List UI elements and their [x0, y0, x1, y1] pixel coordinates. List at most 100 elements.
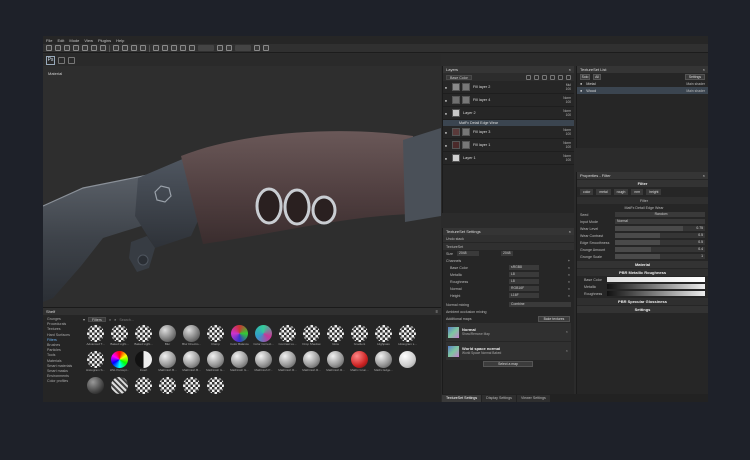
channel-format-dropdown[interactable]: L16F: [509, 293, 539, 298]
shelf-item[interactable]: [133, 377, 154, 400]
shelf-item[interactable]: [205, 377, 226, 400]
shelf-item[interactable]: Drop Shadow: [301, 325, 322, 348]
shelf-item[interactable]: Highpass: [373, 325, 394, 348]
visibility-eye-icon[interactable]: ●: [443, 111, 449, 116]
add-mask-icon[interactable]: [534, 74, 539, 80]
slider-value[interactable]: 0.5: [698, 233, 703, 238]
symmetry-icon[interactable]: [113, 45, 119, 51]
layer-row[interactable]: ● Fill layer 1 Norm 100: [443, 139, 574, 152]
layout-single-icon[interactable]: [58, 56, 65, 64]
shelf-item[interactable]: MatFinish G...: [229, 351, 250, 374]
all-button[interactable]: All: [593, 73, 601, 80]
polyfill-tool-icon[interactable]: [73, 45, 79, 51]
shelf-item[interactable]: MatFinish P...: [253, 351, 274, 374]
shelf-item[interactable]: Baked Light...: [109, 325, 130, 348]
shelf-item[interactable]: MatFinish R...: [277, 351, 298, 374]
metallic-value-bar[interactable]: [607, 284, 705, 289]
shelf-item[interactable]: Advanced T...: [85, 325, 106, 348]
picker-tool-icon[interactable]: [100, 45, 106, 51]
visibility-eye-icon[interactable]: ●: [443, 143, 449, 148]
additional-map-card[interactable]: World space normal World Space Normal Bak…: [446, 342, 571, 360]
seed-button[interactable]: Random: [615, 212, 705, 217]
delete-layer-icon[interactable]: [566, 74, 571, 80]
layer-opacity[interactable]: 100: [563, 158, 571, 162]
menu-item-mode[interactable]: Mode: [69, 38, 79, 43]
panel-close-icon[interactable]: ×: [569, 66, 571, 73]
shelf-item[interactable]: Glow: [325, 325, 346, 348]
channel-chip-rough[interactable]: rough: [613, 189, 629, 195]
menu-item-file[interactable]: File: [46, 38, 52, 43]
shelf-category-color-profiles[interactable]: Color profiles: [45, 379, 81, 384]
mode-dropdown[interactable]: [235, 45, 251, 51]
shader-dropdown[interactable]: Main shader: [686, 82, 705, 86]
brush-settings-icon[interactable]: [131, 45, 137, 51]
visibility-eye-icon[interactable]: ●: [443, 156, 449, 161]
material-section-header[interactable]: Material: [577, 261, 708, 268]
channel-chip-nrm[interactable]: nrm: [631, 189, 644, 195]
menu-item-edit[interactable]: Edit: [57, 38, 64, 43]
layer-row[interactable]: ● Layer 2 Norm 100: [443, 107, 574, 120]
remove-channel-icon[interactable]: ×: [568, 273, 570, 277]
shelf-filter-tab[interactable]: Filters: [88, 317, 106, 322]
channel-chip-metal[interactable]: metal: [596, 189, 611, 195]
slider-value[interactable]: 1: [701, 254, 703, 259]
layer-name[interactable]: Layer 2: [463, 111, 476, 115]
additional-map-card[interactable]: Normal Show/Remove Map ×: [446, 323, 571, 341]
filter-icon[interactable]: ▾: [83, 317, 85, 322]
channel-format-dropdown[interactable]: RGB16F: [509, 286, 539, 291]
remove-channel-icon[interactable]: ×: [568, 280, 570, 284]
slider-value[interactable]: 0.75: [696, 226, 703, 231]
photoshop-export-icon[interactable]: Ps: [46, 55, 55, 65]
menu-item-help[interactable]: Help: [116, 38, 124, 43]
shelf-item[interactable]: [85, 377, 106, 400]
shelf-item[interactable]: MatFinish B...: [181, 351, 202, 374]
channel-dropdown[interactable]: Base Color: [446, 74, 472, 80]
render-icon[interactable]: [254, 45, 260, 51]
remove-channel-icon[interactable]: ×: [568, 266, 570, 270]
eraser-tool-icon[interactable]: [55, 45, 61, 51]
tab-display-settings[interactable]: Display Settings: [482, 394, 516, 402]
shelf-item[interactable]: Baked Light...: [133, 325, 154, 348]
channel-format-dropdown[interactable]: L8: [509, 279, 539, 284]
shelf-item[interactable]: Contrast Lu...: [277, 325, 298, 348]
slider-value[interactable]: 0.5: [698, 240, 703, 245]
visibility-eye-icon[interactable]: ●: [443, 130, 449, 135]
smudge-tool-icon[interactable]: [82, 45, 88, 51]
lazy-mouse-icon[interactable]: [122, 45, 128, 51]
slider-track[interactable]: 1: [615, 254, 705, 259]
layer-row[interactable]: ● Fill layer 3 Norm 100: [443, 126, 574, 139]
settings-section-header[interactable]: Settings: [577, 306, 708, 313]
slider-track[interactable]: 0.4: [615, 247, 705, 252]
light-icon[interactable]: [226, 45, 232, 51]
shelf-item[interactable]: [157, 377, 178, 400]
shelf-item[interactable]: Color Correct...: [253, 325, 274, 348]
panel-close-icon[interactable]: ×: [703, 66, 705, 73]
slider-track[interactable]: 0.75: [615, 226, 705, 231]
shelf-item[interactable]: Gradient: [349, 325, 370, 348]
menu-item-view[interactable]: View: [84, 38, 93, 43]
add-fill-layer-icon[interactable]: [550, 74, 555, 80]
shelf-item[interactable]: [181, 377, 202, 400]
tslist-settings-button[interactable]: Settings: [685, 73, 705, 80]
shelf-item[interactable]: MatFinish R...: [301, 351, 322, 374]
view-dropdown[interactable]: [198, 45, 214, 51]
shelf-item[interactable]: HSL Percept...: [109, 351, 130, 374]
export-icon[interactable]: [263, 45, 269, 51]
menu-item-plugins[interactable]: Plugins: [98, 38, 111, 43]
pbr-specular-header[interactable]: PBR Specular Glossiness: [577, 298, 708, 305]
base-color-swatch[interactable]: [607, 277, 705, 282]
tab-viewer-settings[interactable]: Viewer Settings: [516, 394, 550, 402]
textureset-row[interactable]: ● Metal Main shader: [577, 80, 708, 87]
shelf-search-input[interactable]: Search...: [119, 318, 133, 322]
visibility-eye-icon[interactable]: ●: [580, 89, 582, 93]
shelf-item[interactable]: Invert: [133, 351, 154, 374]
settings-gear-icon[interactable]: [189, 45, 195, 51]
3d-viewport[interactable]: Material: [43, 66, 441, 336]
shelf-item[interactable]: Histogram S...: [85, 351, 106, 374]
add-effect-icon[interactable]: [526, 74, 531, 80]
roughness-value-bar[interactable]: [607, 291, 705, 296]
shelf-menu-icon[interactable]: ≡: [436, 309, 438, 314]
layer-name[interactable]: Fill layer 1: [473, 143, 490, 147]
shelf-item[interactable]: MatFx Grun...: [349, 351, 370, 374]
layer-row[interactable]: ● Fill layer 4 Norm 100: [443, 94, 574, 107]
